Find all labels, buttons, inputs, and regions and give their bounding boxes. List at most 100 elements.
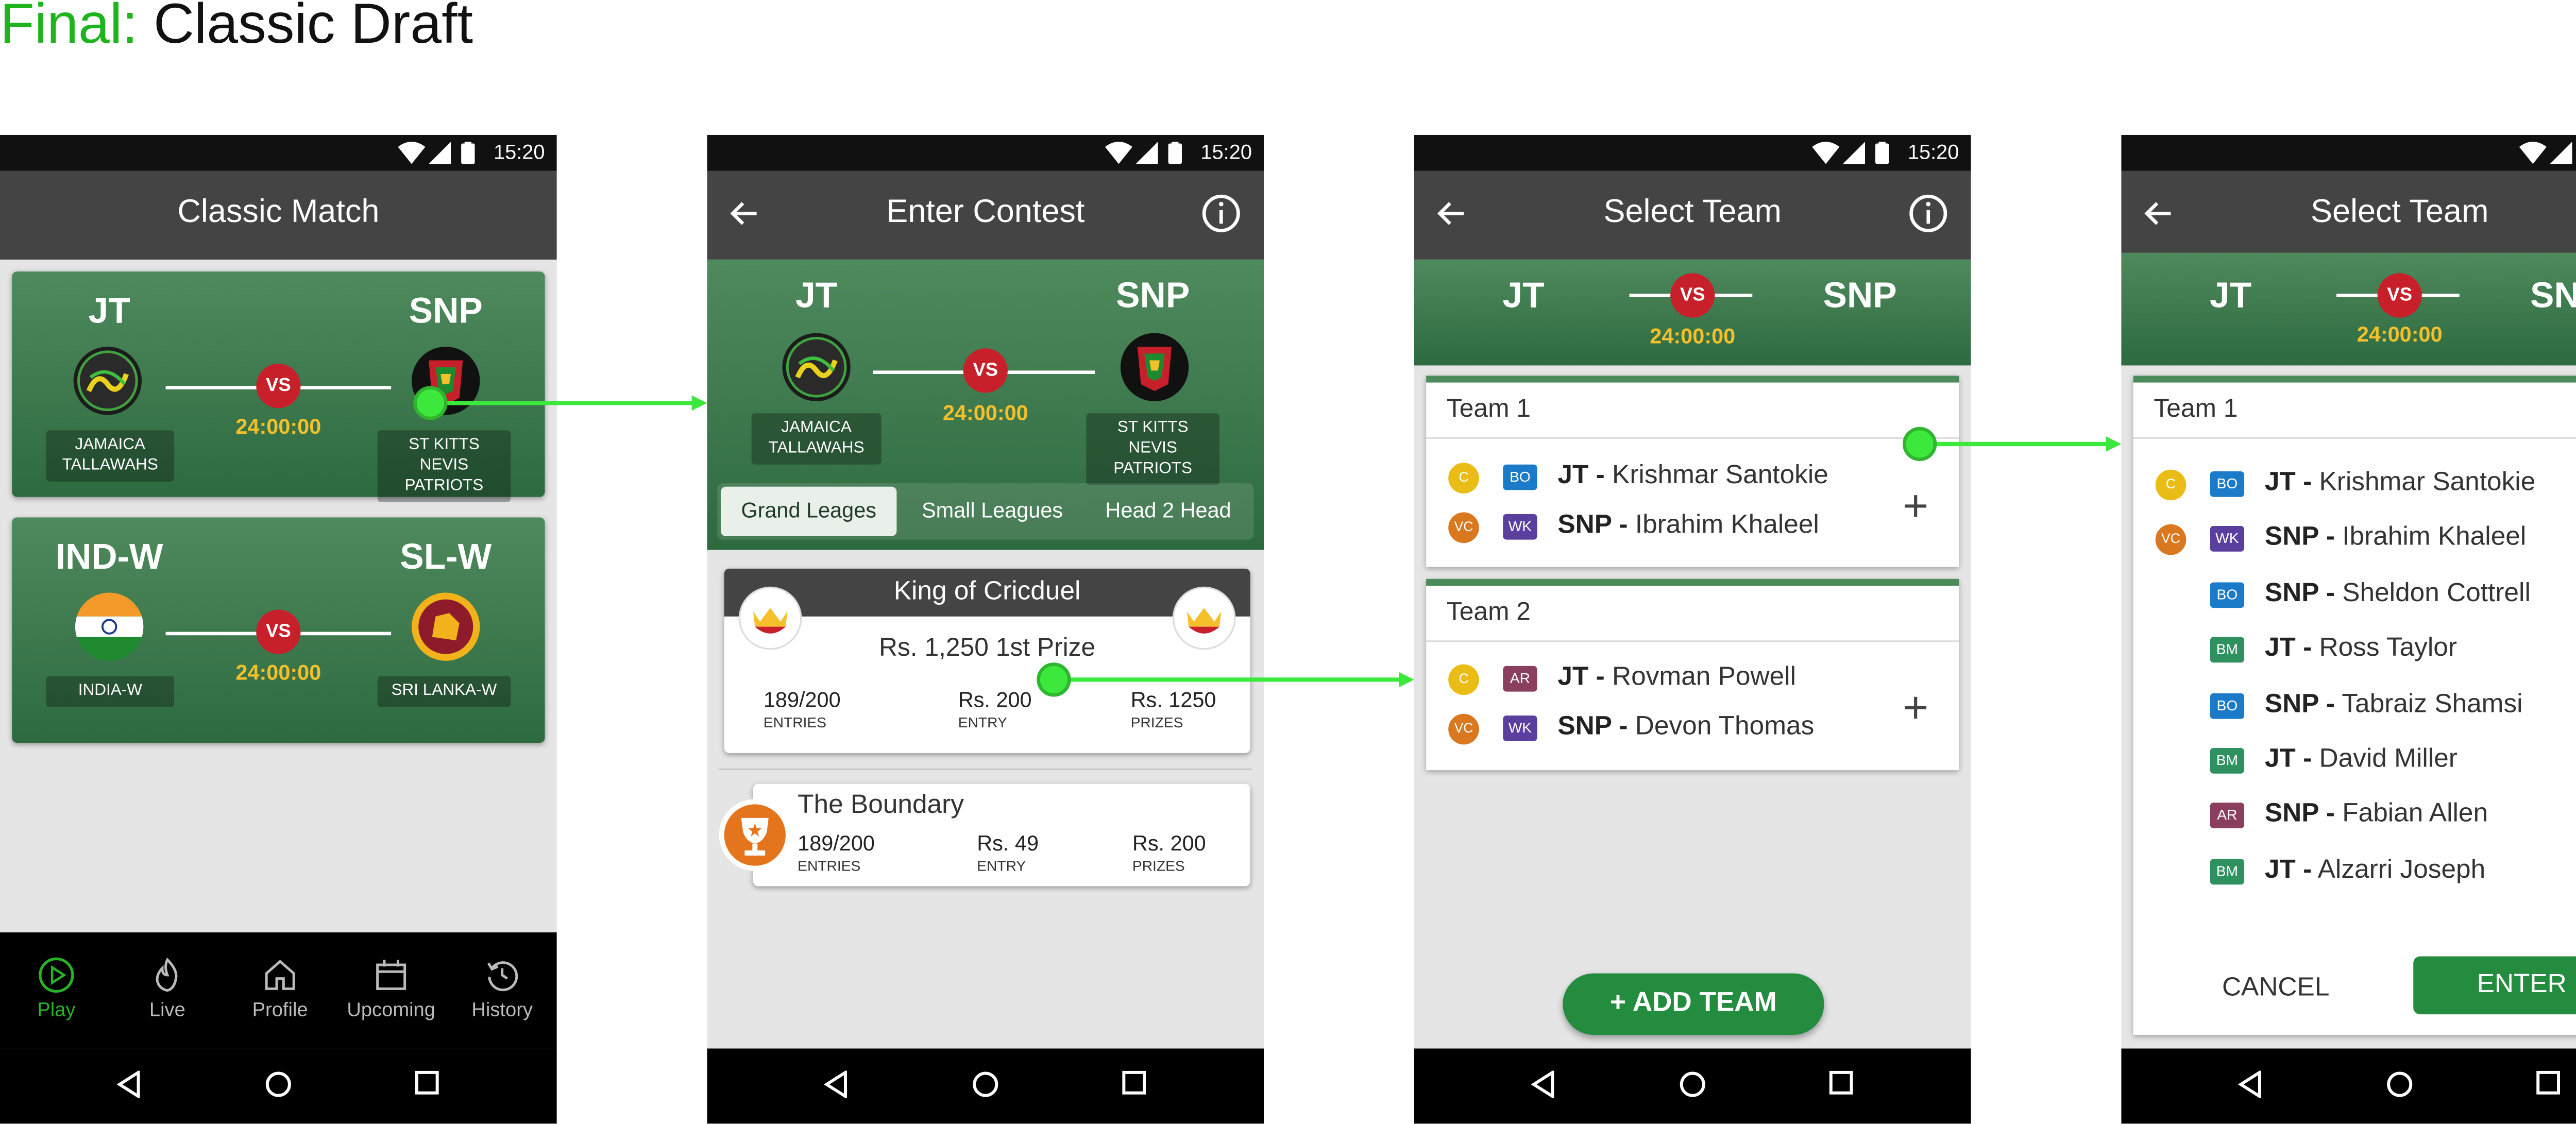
signal-icon [1842,142,1866,164]
recents-square-icon[interactable] [1829,1070,1853,1095]
app-bar: Select Team [1414,171,1971,260]
nav-upcoming-label: Upcoming [347,1000,435,1021]
nav-upcoming[interactable]: Upcoming [340,956,443,1021]
status-time: 15:20 [1907,140,1959,164]
system-navigation [1414,1048,1971,1124]
home-circle-icon[interactable] [2386,1071,2413,1098]
nav-live[interactable]: Live [116,956,218,1021]
home-circle-icon[interactable] [265,1071,292,1098]
nav-live-label: Live [149,1000,185,1021]
recents-square-icon[interactable] [2536,1070,2561,1095]
team-dialog: Team 1 C BO JT - Krishmar Santokie VC WK SNP … [2133,376,2576,1035]
player-team: SNP - [1557,712,1628,741]
player-name: Rovman Powell [1612,662,1797,692]
contest-card[interactable]: King of Cricduel Rs. 1,250 1st Prize 189… [724,568,1250,753]
screen-select-team-dialog: 15:20 Select Team JT SNP VS 24:00:00 Tea… [2121,134,2576,1124]
app-bar: Select Team [2121,171,2576,260]
contest-prizes: Rs. 200 PRIZES [1132,831,1206,874]
divider [2133,437,2576,439]
design-canvas: Final: Classic Draft 15:20 Classic Match… [0,0,2576,1124]
league-tabs: Grand Leages Small Leagues Head 2 Head [717,483,1254,540]
player-name: Tabraiz Shamsi [2342,689,2523,719]
wifi-icon [1812,142,1840,164]
contest-entries: 189/200 ENTRIES [798,831,875,874]
prizes-label: PRIZES [1130,713,1183,731]
info-icon[interactable] [1908,193,1949,234]
entry-value: Rs. 49 [977,831,1039,856]
home-circle-icon[interactable] [972,1071,999,1098]
status-bar: 15:20 [1414,134,1971,171]
role-badge: BO [2210,582,2245,608]
player-row[interactable]: JT - Ross Taylor [2265,634,2457,665]
player-name: Krishmar Santokie [2319,468,2536,497]
player-name: Devon Thomas [1635,712,1815,741]
match-card[interactable]: IND-W SL-W VS 24:00:00 INDIA-W SRI LANKA… [12,517,545,743]
player-team: JT - [2264,855,2312,884]
player-team: JT - [2264,468,2312,497]
player-team: SNP - [2264,523,2335,553]
match-header: JT SNP VS 24:00:00 [1414,259,1971,366]
contest-entries: 189/200 ENTRIES [764,688,841,731]
team-card[interactable]: Team 2 C AR JT - Rovman Powell VC WK SNP… [1426,578,1959,771]
battery-icon [1168,142,1182,164]
entry-value: Rs. 200 [958,688,1032,712]
signal-icon [429,142,451,164]
team-a-code: JT [88,292,130,332]
entry-label: ENTRY [977,857,1026,875]
team-a-name: INDIA-W [46,676,175,707]
player-row[interactable]: JT - Alzarri Joseph [2265,855,2485,886]
app-bar: Enter Contest [707,171,1264,260]
contest-card[interactable]: The Boundary 189/200 ENTRIES Rs. 49 ENTR… [753,784,1250,887]
entries-label: ENTRIES [763,713,826,731]
team-a-name: JAMAICA TALLAWAHS [751,413,882,465]
role-badge: WK [1503,716,1537,741]
battery-icon [461,142,475,164]
calendar-icon [376,960,406,990]
player-team: SNP - [1557,510,1628,540]
player-team: SNP - [2264,578,2335,608]
player-row[interactable]: SNP - Tabraiz Shamsi [2265,689,2523,720]
tab-small-leagues[interactable]: Small Leagues [909,483,1076,539]
nav-history[interactable]: History [451,956,553,1021]
screen-enter-contest: 15:20 Enter Contest JT SNP VS 24:00:00 J… [707,134,1264,1124]
team-b-code: SNP [1116,277,1190,316]
nav-play[interactable]: Play [5,956,108,1021]
tab-grand-leages[interactable]: Grand Leages [720,486,897,536]
signal-icon [2550,142,2572,164]
nav-profile[interactable]: Profile [229,956,331,1021]
nav-profile-label: Profile [252,1000,308,1021]
add-team-button[interactable]: + ADD TEAM [1563,973,1824,1035]
home-circle-icon[interactable] [1679,1071,1706,1098]
recents-square-icon[interactable] [415,1070,439,1095]
vice-captain-badge: VC [1448,512,1479,543]
match-card[interactable]: JT SNP VS 24:00:00 JAMAICA TALLAWAHS ST … [12,271,545,502]
team-a-code: IND-W [55,538,163,577]
entries-value: 189/200 [763,688,841,712]
back-triangle-icon[interactable] [116,1070,143,1098]
back-triangle-icon[interactable] [823,1070,851,1098]
add-to-contest-button[interactable]: + [1903,483,1928,527]
back-triangle-icon[interactable] [2238,1070,2265,1098]
player-row[interactable]: SNP - Sheldon Cottrell [2265,578,2531,609]
player-row[interactable]: JT - Krishmar Santokie [2265,468,2535,499]
back-triangle-icon[interactable] [1530,1070,1557,1098]
add-to-contest-button[interactable]: + [1903,685,1928,729]
role-badge: BM [2210,748,2245,774]
wifi-icon [1105,142,1132,164]
player-row[interactable]: JT - David Miller [2265,744,2458,775]
cancel-button[interactable]: CANCEL [2222,974,2329,1004]
recents-square-icon[interactable] [1122,1070,1146,1095]
info-icon[interactable] [1201,193,1242,234]
app-bar: Classic Match [0,171,557,260]
tab-head-2-head[interactable]: Head 2 Head [1086,483,1250,539]
role-badge: BO [1503,464,1537,490]
team-card-title: Team 2 [1446,598,1531,627]
player-row[interactable]: SNP - Ibrahim Khaleel [2265,523,2526,554]
player-row: JT - Krishmar Santokie [1557,461,1828,492]
player-row[interactable]: SNP - Fabian Allen [2265,800,2488,831]
enter-button[interactable]: ENTER [2413,956,2576,1015]
contest-prizes: Rs. 1250 PRIZES [1131,688,1216,731]
battery-icon [1875,142,1889,164]
team-card[interactable]: Team 1 C BO JT - Krishmar Santokie VC WK… [1426,376,1959,567]
trophy-icon [719,799,791,871]
